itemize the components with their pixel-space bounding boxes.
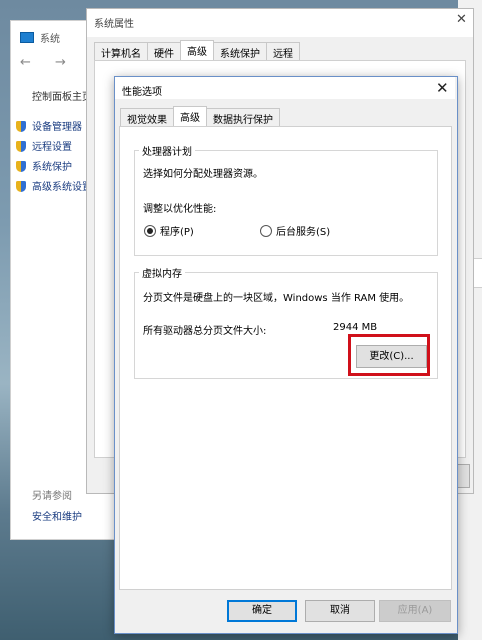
- performance-options-title: 性能选项: [122, 87, 162, 98]
- computer-icon: [20, 32, 34, 43]
- radio-programs[interactable]: 程序(P): [144, 223, 194, 238]
- tab-hardware[interactable]: 硬件: [147, 42, 181, 62]
- tab-system-protection[interactable]: 系统保护: [213, 42, 267, 62]
- total-paging-size-value: 2944 MB: [333, 322, 378, 333]
- ok-button[interactable]: 确定: [227, 600, 297, 622]
- shield-icon: [16, 181, 26, 192]
- tab-computer-name[interactable]: 计算机名: [94, 42, 148, 62]
- close-icon[interactable]: ✕: [436, 79, 449, 97]
- tab-remote[interactable]: 远程: [266, 42, 300, 62]
- see-also-label: 另请参阅: [32, 491, 72, 502]
- system-window-title: 系统: [20, 30, 60, 45]
- shield-icon: [16, 161, 26, 172]
- remote-settings-link[interactable]: 远程设置: [16, 138, 72, 153]
- shield-icon: [16, 141, 26, 152]
- adjust-performance-label: 调整以优化性能:: [143, 204, 217, 215]
- processor-scheduling-title: 处理器计划: [139, 143, 195, 158]
- system-properties-titlebar: [87, 9, 473, 37]
- tab-advanced[interactable]: 高级: [173, 106, 207, 128]
- tab-dep[interactable]: 数据执行保护: [206, 108, 280, 128]
- radio-background-services[interactable]: 后台服务(S): [260, 223, 330, 238]
- apply-button[interactable]: 应用(A): [379, 600, 451, 622]
- advanced-system-settings-link[interactable]: 高级系统设置: [16, 178, 92, 193]
- total-paging-size-label: 所有驱动器总分页文件大小:: [143, 326, 267, 337]
- processor-scheduling-desc: 选择如何分配处理器资源。: [143, 169, 263, 180]
- radio-unselected-icon[interactable]: [260, 225, 272, 237]
- highlight-box: [348, 334, 430, 376]
- radio-selected-icon[interactable]: [144, 225, 156, 237]
- cancel-button[interactable]: 取消: [305, 600, 375, 622]
- security-maintenance-link[interactable]: 安全和维护: [32, 508, 82, 523]
- tab-advanced[interactable]: 高级: [180, 40, 214, 62]
- device-manager-link[interactable]: 设备管理器: [16, 118, 82, 133]
- virtual-memory-desc: 分页文件是硬盘上的一块区域，Windows 当作 RAM 使用。: [143, 293, 410, 304]
- system-protection-link[interactable]: 系统保护: [16, 158, 72, 173]
- performance-options-titlebar: [115, 77, 455, 99]
- shield-icon: [16, 121, 26, 132]
- system-properties-title: 系统属性: [94, 19, 134, 30]
- tab-visual-effects[interactable]: 视觉效果: [120, 108, 174, 128]
- close-icon[interactable]: ✕: [456, 12, 467, 27]
- virtual-memory-title: 虚拟内存: [139, 265, 185, 280]
- control-panel-home-link[interactable]: 控制面板主页: [32, 88, 92, 103]
